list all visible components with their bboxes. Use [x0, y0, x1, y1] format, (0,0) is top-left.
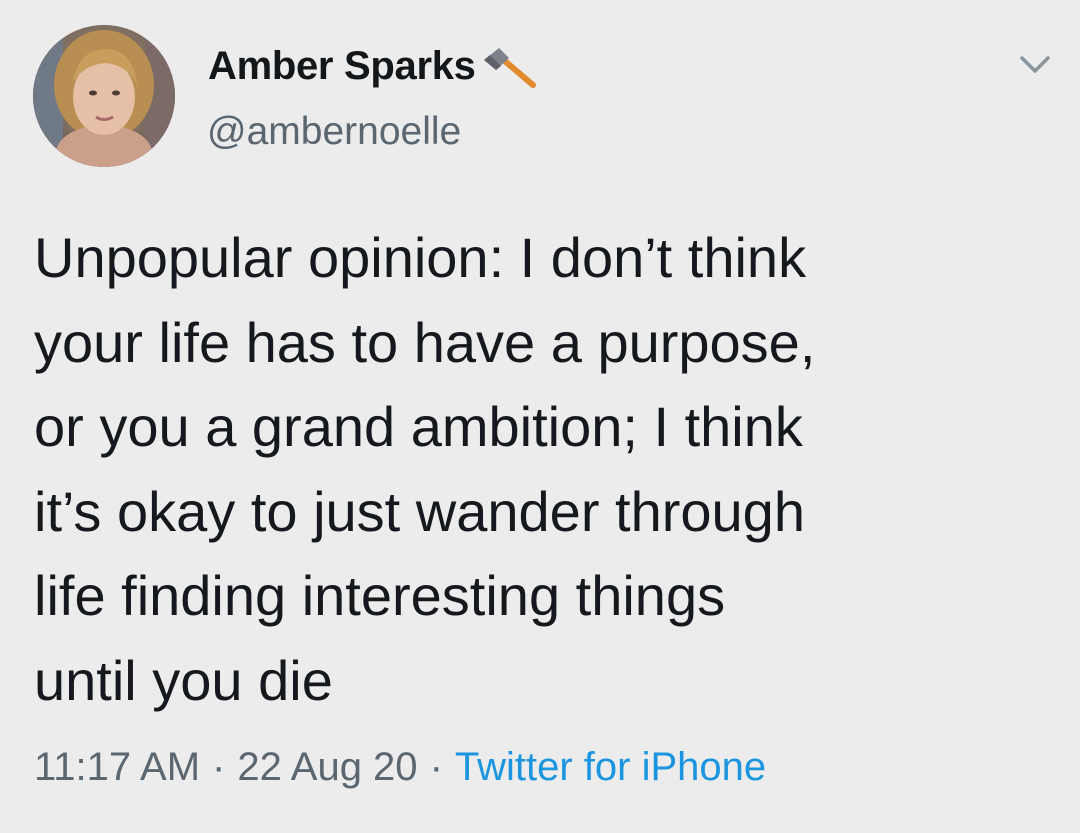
tweet-date[interactable]: 22 Aug 20: [237, 745, 417, 789]
tweet-text-line: Unpopular opinion: I don’t think: [34, 226, 807, 289]
axe-icon: [479, 46, 539, 88]
meta-separator: ·: [429, 745, 443, 789]
display-name[interactable]: Amber Sparks: [208, 44, 476, 89]
user-handle[interactable]: @ambernoelle: [207, 110, 461, 154]
tweet-text-line: or you a grand ambition; I think: [34, 395, 803, 458]
meta-separator: ·: [212, 745, 226, 789]
tweet-meta: 11:17 AM · 22 Aug 20 · Twitter for iPhone: [34, 745, 766, 790]
tweet-time[interactable]: 11:17 AM: [34, 745, 200, 789]
tweet-text-line: until you die: [34, 648, 333, 712]
tweet-text-line: it’s okay to just wander through: [34, 479, 805, 543]
tweet-text-line: life finding interesting things: [34, 564, 726, 627]
tweet-text-line: your life has to have a purpose,: [34, 310, 816, 374]
tweet-text: Unpopular opinion: I don’t think your li…: [34, 216, 1044, 723]
tweet-source-link[interactable]: Twitter for iPhone: [455, 745, 766, 789]
tweet: Amber Sparks @ambernoelle Unpopular opin…: [0, 0, 1080, 833]
avatar[interactable]: [33, 25, 175, 167]
avatar-image: [33, 25, 175, 167]
chevron-down-icon[interactable]: [1018, 51, 1052, 79]
author-row: Amber Sparks: [208, 40, 539, 92]
